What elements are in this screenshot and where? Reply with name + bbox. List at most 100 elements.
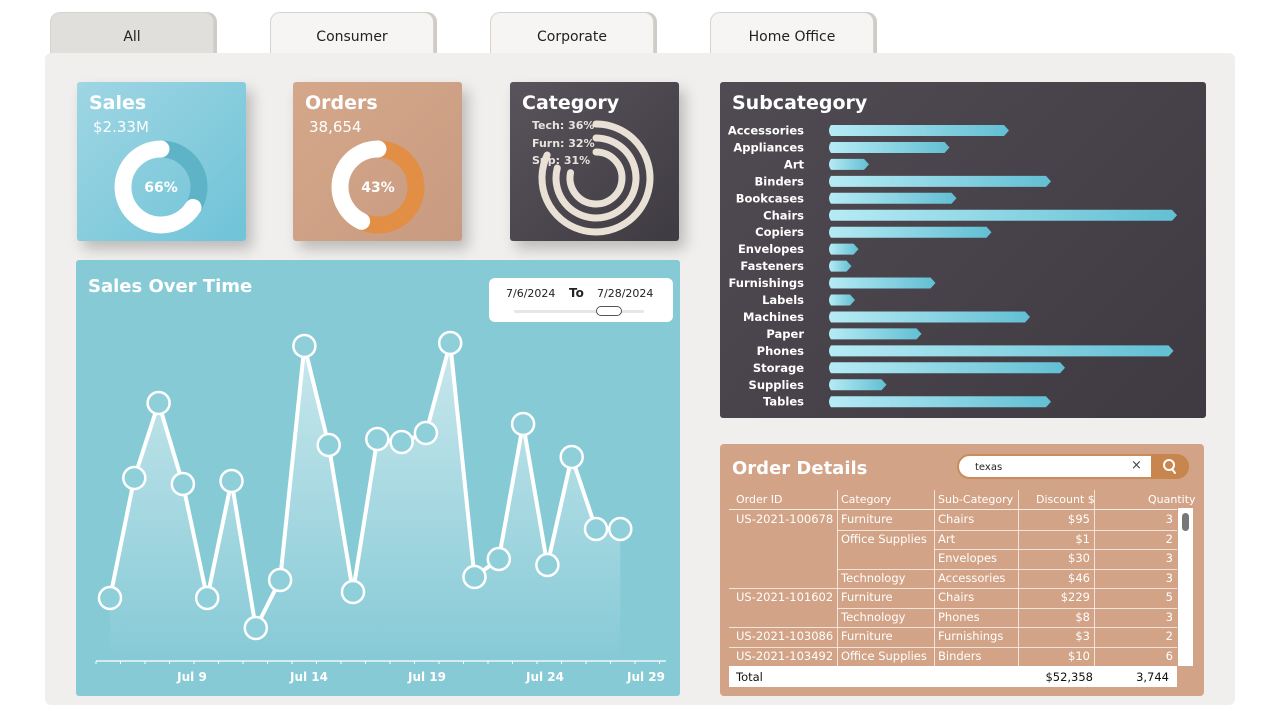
clear-search-icon[interactable]: × (1131, 458, 1142, 473)
row-divider (729, 588, 1177, 589)
subcategory-bar[interactable] (829, 311, 1030, 323)
sales-over-time-title: Sales Over Time (88, 276, 253, 297)
column-divider (934, 490, 935, 666)
subcategory-bar[interactable] (829, 158, 869, 170)
sales-point[interactable] (194, 585, 220, 611)
column-header[interactable]: Category (841, 493, 891, 506)
discount-cell: $30 (1068, 551, 1090, 565)
sales-point[interactable] (413, 420, 439, 446)
tab-home-office[interactable]: Home Office (710, 12, 874, 54)
date-to[interactable]: 7/28/2024 (597, 287, 653, 300)
sales-point[interactable] (389, 429, 414, 455)
sales-point[interactable] (462, 564, 487, 590)
discount-cell: $95 (1068, 512, 1090, 526)
subcategory-bar[interactable] (829, 226, 992, 238)
quantity-cell: 2 (1165, 629, 1173, 643)
subcategory-title: Subcategory (732, 92, 868, 114)
sales-point[interactable] (510, 411, 536, 437)
subcategory-label: Paper (766, 327, 804, 341)
subcategory-label: Copiers (755, 225, 804, 239)
order-search-input[interactable] (975, 459, 1125, 475)
category-cell: Furniture (841, 629, 893, 643)
sales-point[interactable] (122, 465, 147, 491)
date-range-slider-handle[interactable] (596, 306, 622, 316)
sales-point[interactable] (267, 567, 293, 593)
sales-point[interactable] (243, 615, 269, 641)
order-id-cell: US-2021-103492 (736, 648, 834, 663)
table-scrollbar[interactable] (1178, 508, 1193, 666)
subcategory-label: Binders (755, 174, 805, 188)
scrollbar-thumb[interactable] (1182, 513, 1189, 531)
subcategory-bar[interactable] (829, 396, 1051, 408)
tab-consumer[interactable]: Consumer (270, 12, 434, 54)
sales-line-chart: Jul 9 Jul 14 Jul 19 Jul 24 Jul 29 (95, 330, 666, 684)
sales-point[interactable] (559, 444, 584, 470)
sales-point[interactable] (437, 330, 463, 356)
sales-point[interactable] (219, 468, 244, 494)
subcategory-label: Fasteners (740, 259, 804, 273)
date-range-slider-track[interactable] (514, 310, 644, 313)
subcategory-label: Furnishings (728, 276, 804, 290)
x-tick-label: Jul 9 (176, 670, 207, 684)
search-button[interactable] (1151, 454, 1189, 479)
subcategory-cell: Chairs (938, 590, 975, 604)
discount-cell: $229 (1060, 590, 1090, 604)
sales-point[interactable] (608, 516, 633, 542)
sales-point[interactable] (97, 585, 123, 611)
x-tick-label: Jul 14 (289, 670, 328, 684)
sales-point[interactable] (583, 516, 609, 542)
column-header[interactable]: Sub-Category (938, 493, 1013, 506)
column-header[interactable]: Quantity (1148, 493, 1196, 506)
subcategory-label: Bookcases (736, 191, 804, 205)
column-header[interactable]: Order ID (736, 493, 782, 506)
quantity-cell: 6 (1165, 648, 1173, 663)
subcategory-bar[interactable] (829, 141, 950, 153)
subcategory-bar[interactable] (829, 243, 859, 255)
subcategory-cell: Furnishings (938, 629, 1004, 643)
column-divider (1018, 490, 1019, 666)
category-ring-2 (566, 148, 626, 208)
sales-point[interactable] (340, 579, 366, 605)
subcategory-label: Tables (763, 395, 804, 409)
date-from[interactable]: 7/6/2024 (506, 287, 555, 300)
order-search-box: × (957, 454, 1189, 479)
subcategory-bar[interactable] (829, 277, 936, 289)
tab-corporate[interactable]: Corporate (490, 12, 654, 54)
quantity-cell: 5 (1165, 590, 1173, 604)
subcategory-bar[interactable] (829, 192, 957, 204)
order-id-cell: US-2021-101602 (736, 590, 834, 604)
total-discount: $52,358 (1045, 670, 1093, 684)
x-tick-label: Jul 29 (626, 670, 665, 684)
category-kpi-card: Category Tech: 36% Furn: 32% Sup: 31% (510, 82, 679, 241)
sales-point[interactable] (535, 552, 560, 578)
orders-percent: 43% (361, 180, 395, 196)
column-header[interactable]: Discount $ (1036, 493, 1095, 506)
sales-point[interactable] (292, 333, 317, 359)
sales-percent: 66% (144, 180, 178, 196)
subcategory-bar[interactable] (829, 345, 1174, 357)
subcategory-bar[interactable] (829, 125, 1009, 136)
row-divider (837, 529, 1177, 531)
row-divider (729, 627, 1177, 628)
category-cell: Technology (841, 609, 906, 624)
total-quantity: 3,744 (1136, 670, 1169, 684)
category-cell: Furniture (841, 590, 893, 604)
orders-donut: 43% (331, 140, 425, 234)
sales-kpi-card: Sales $2.33M 66% (77, 82, 246, 241)
subcategory-bar[interactable] (829, 260, 852, 272)
subcategory-bar[interactable] (829, 294, 855, 306)
subcategory-bar[interactable] (829, 175, 1051, 187)
category-cell: Technology (841, 570, 906, 585)
subcategory-bar[interactable] (829, 379, 887, 391)
category-radial-chart (538, 120, 654, 236)
sales-point[interactable] (316, 432, 341, 458)
subcategory-label: Appliances (733, 140, 804, 154)
subcategory-bar[interactable] (829, 209, 1177, 221)
sales-point[interactable] (146, 390, 171, 416)
subcategory-bar[interactable] (829, 362, 1065, 374)
sales-point[interactable] (486, 546, 512, 572)
tab-all[interactable]: All (50, 12, 214, 54)
subcategory-bar[interactable] (829, 328, 922, 340)
sales-point[interactable] (365, 426, 390, 452)
sales-point[interactable] (170, 471, 196, 497)
